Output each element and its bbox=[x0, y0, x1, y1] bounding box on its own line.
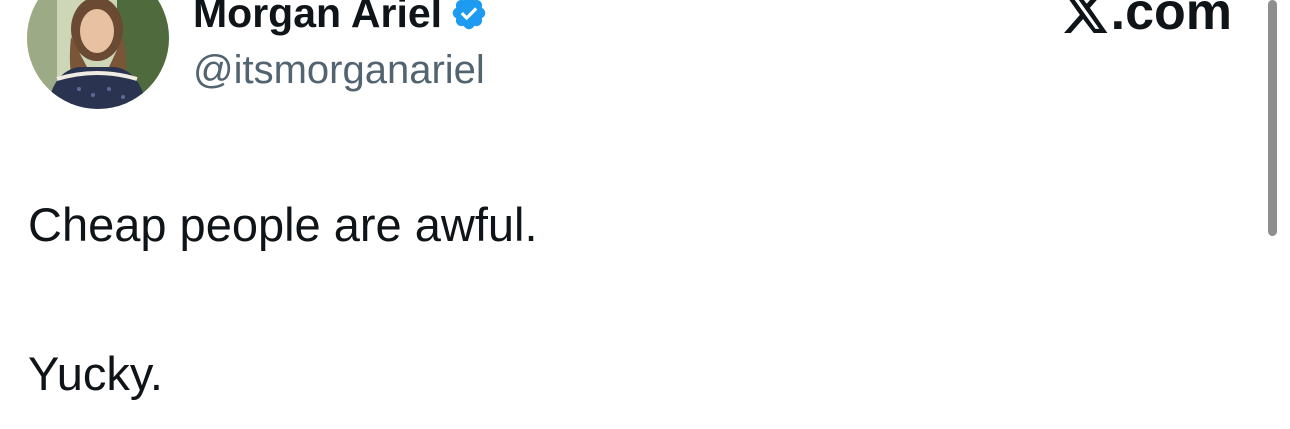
x-com-watermark: .com bbox=[1063, 0, 1232, 42]
brand-suffix: .com bbox=[1110, 0, 1232, 41]
author-handle[interactable]: @itsmorganariel bbox=[193, 47, 485, 93]
scrollbar-thumb[interactable] bbox=[1268, 0, 1277, 236]
author-display-name[interactable]: Morgan Ariel bbox=[193, 0, 488, 36]
tweet-card: Morgan Ariel @itsmorganariel .com Cheap … bbox=[0, 0, 1290, 429]
display-name-text: Morgan Ariel bbox=[193, 0, 443, 36]
tweet-text-line: Yucky. bbox=[28, 347, 163, 400]
tweet-text-line: Cheap people are awful. bbox=[28, 198, 538, 251]
x-logo-icon bbox=[1063, 0, 1108, 33]
profile-photo-icon bbox=[27, 0, 169, 109]
avatar[interactable] bbox=[27, 0, 169, 109]
verified-badge-icon bbox=[452, 0, 486, 30]
